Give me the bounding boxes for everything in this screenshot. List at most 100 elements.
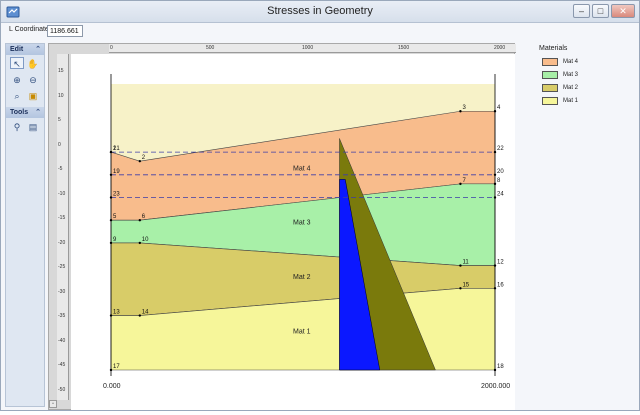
ruler-tick-label: 2000 xyxy=(494,45,506,51)
minimize-button[interactable]: – xyxy=(573,4,590,18)
ruler-tick-label: -10 xyxy=(58,190,66,197)
edit-group-label: Edit xyxy=(10,46,24,53)
ruler-tick-label: -35 xyxy=(58,313,66,319)
zoom-window-icon[interactable]: ⌕ xyxy=(10,89,24,101)
legend-item: Mat 2 xyxy=(539,82,637,94)
legend-label: Mat 3 xyxy=(563,72,579,78)
zoom-in-icon[interactable]: ⊕ xyxy=(10,73,24,85)
point-label: 23 xyxy=(113,191,120,197)
layer-label: Mat 4 xyxy=(293,165,311,172)
point-marker xyxy=(493,150,497,154)
point-marker xyxy=(109,241,113,245)
point-marker xyxy=(493,173,497,176)
point-marker xyxy=(459,287,462,290)
title-bar: Stresses in Geometry – □ ✕ xyxy=(1,1,639,23)
layer-label: Mat 1 xyxy=(293,329,311,336)
point-marker xyxy=(493,110,497,113)
point-label: 22 xyxy=(497,146,504,152)
legend-swatch xyxy=(542,84,558,92)
tools-group-header[interactable]: Tools ⌃ xyxy=(6,107,44,118)
point-marker xyxy=(138,314,141,317)
point-label: 10 xyxy=(142,237,149,243)
query-icon[interactable]: ▤ xyxy=(26,120,40,132)
point-label: 17 xyxy=(113,364,120,370)
geometry-canvas[interactable]: 0 500 1000 1500 2000 15 10 5 0 -5 -10 -15 -20 -25 -30… xyxy=(48,43,516,410)
probe-icon[interactable]: ⚲ xyxy=(10,120,24,132)
tool-panel: Edit ⌃ ↖ ✋ ⊕ ⊖ ⌕ ▣ Tools ⌃ ⚲ ▤ xyxy=(5,43,45,407)
legend-label: Mat 2 xyxy=(563,85,579,91)
edit-group-header[interactable]: Edit ⌃ xyxy=(6,44,44,55)
point-label: 11 xyxy=(462,260,469,266)
ruler-tick-label: -30 xyxy=(58,288,66,295)
hand-icon[interactable]: ✋ xyxy=(26,57,40,69)
point-marker xyxy=(109,218,113,222)
point-label: 4 xyxy=(497,105,501,111)
legend-item: Mat 1 xyxy=(539,95,637,107)
point-marker xyxy=(459,182,462,186)
ruler-tick-label: 0 xyxy=(110,45,113,51)
close-button[interactable]: ✕ xyxy=(611,4,635,18)
geometry-plot[interactable]: Mat 4Mat 3Mat 2Mat 1123 45 67 89 1011 1213 141… xyxy=(71,54,515,410)
point-marker xyxy=(493,182,497,186)
vertical-ruler: 15 10 5 0 -5 -10 -15 -20 -25 -30 -35 -40 -45 -50 xyxy=(57,54,69,400)
point-marker xyxy=(459,264,462,267)
point-marker xyxy=(493,196,497,199)
ruler-tick-label: 15 xyxy=(58,68,64,74)
zoom-extents-icon[interactable]: ▣ xyxy=(26,89,40,101)
maximize-button[interactable]: □ xyxy=(592,4,609,18)
collapse-icon[interactable]: ⌃ xyxy=(35,44,41,55)
ruler-tick-label: -20 xyxy=(58,239,66,246)
legend-item: Mat 4 xyxy=(539,56,637,68)
point-label: 15 xyxy=(462,282,469,288)
ruler-tick-label: 10 xyxy=(58,92,64,99)
ruler-tick-label: 500 xyxy=(206,45,215,51)
ruler-tick-label: 1000 xyxy=(302,45,314,51)
point-label: 21 xyxy=(113,146,120,152)
legend-item: Mat 3 xyxy=(539,69,637,81)
tools-group-label: Tools xyxy=(10,109,29,116)
ruler-tick-label: -40 xyxy=(58,337,66,344)
point-marker xyxy=(109,150,113,154)
point-marker xyxy=(459,110,462,113)
point-label: 16 xyxy=(497,282,504,288)
point-marker xyxy=(109,314,113,317)
pointer-icon[interactable]: ↖ xyxy=(10,57,24,69)
ruler-tick-label: -15 xyxy=(58,215,66,221)
collapse-icon[interactable]: ⌃ xyxy=(35,107,41,118)
point-marker xyxy=(138,241,141,245)
app-window: Stresses in Geometry – □ ✕ L Coordinate … xyxy=(0,0,640,411)
point-marker xyxy=(493,287,497,290)
point-marker xyxy=(493,264,497,267)
legend-title: Materials xyxy=(539,45,568,52)
x-start-label: 0.000 xyxy=(103,383,121,390)
point-label: 12 xyxy=(497,260,504,266)
coordinate-bar: L Coordinate xyxy=(1,23,639,41)
ruler-tick-label: -25 xyxy=(58,264,66,270)
point-marker xyxy=(109,368,113,372)
ruler-tick-label: -5 xyxy=(58,166,63,172)
legend-label: Mat 4 xyxy=(563,59,579,65)
point-marker xyxy=(138,159,141,163)
materials-legend: Materials Mat 4 Mat 3 Mat 2 Mat 1 xyxy=(539,45,637,108)
point-label: 24 xyxy=(497,191,504,197)
legend-swatch xyxy=(542,58,558,66)
point-label: 8 xyxy=(497,178,501,184)
x-end-label: 2000.000 xyxy=(481,383,510,390)
legend-label: Mat 1 xyxy=(563,98,579,104)
zoom-out-icon[interactable]: ⊖ xyxy=(26,73,40,85)
drawing-area[interactable]: Mat 4 Mat 3 Mat 2 Mat 1 1 2 3 4 5 6 7 8 9 10 11 12 13 14 1… xyxy=(71,54,515,410)
point-label: 19 xyxy=(113,169,120,175)
point-marker xyxy=(493,368,497,372)
point-marker xyxy=(109,173,113,176)
ruler-tick-label: 0 xyxy=(58,141,61,148)
coordinate-field[interactable] xyxy=(47,25,83,37)
horizontal-ruler: 0 500 1000 1500 2000 xyxy=(109,44,516,53)
coordinate-label: L Coordinate xyxy=(9,26,49,33)
point-label: 13 xyxy=(113,310,120,316)
ruler-tick-label: 1500 xyxy=(398,45,410,51)
point-label: 20 xyxy=(497,169,504,175)
ruler-tick-label: -45 xyxy=(58,362,66,368)
layer-label: Mat 2 xyxy=(293,274,311,281)
legend-swatch xyxy=(542,97,558,105)
point-label: 14 xyxy=(142,310,149,316)
